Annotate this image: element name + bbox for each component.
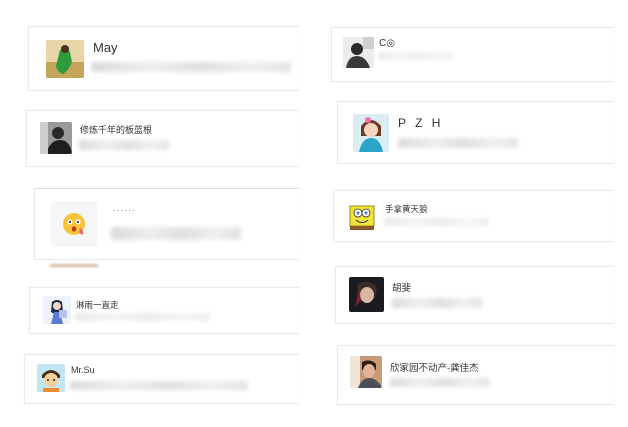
photo-dark-portrait-icon <box>349 277 384 312</box>
contact-card[interactable]: P Z H <box>337 101 614 164</box>
cartoon-boy-icon <box>37 364 65 392</box>
blurred-message <box>111 227 241 240</box>
contact-card[interactable]: May <box>28 26 299 91</box>
contact-card[interactable]: ...... <box>34 188 299 260</box>
contact-name: 欣家园不动产-龚佳杰 <box>390 363 479 374</box>
photo-may-green-icon <box>46 40 84 78</box>
contact-name: 淋雨一直走 <box>76 300 119 310</box>
contact-card[interactable]: 胡斐 <box>335 266 614 324</box>
blurred-message <box>79 140 169 150</box>
contact-name: 手拿黄天狼 <box>385 204 428 214</box>
blurred-message <box>378 52 453 60</box>
photo-child-icon <box>353 114 389 152</box>
photo-man-icon <box>350 356 382 388</box>
contact-name: Mr.Su <box>71 365 95 375</box>
blurred-message <box>70 381 248 390</box>
blurred-message <box>75 313 210 321</box>
cartoon-sponge-icon <box>346 200 378 232</box>
contact-card[interactable]: C◎ <box>331 27 614 82</box>
emoji-face-icon <box>51 201 97 247</box>
anime-girl-icon <box>43 296 71 324</box>
contact-card[interactable]: 修炼千年的板蓝根 <box>26 110 299 167</box>
photo-bw-person-icon <box>343 37 374 68</box>
blurred-message <box>384 218 489 226</box>
contact-name: 胡斐 <box>392 283 412 294</box>
blurred-message <box>390 378 490 387</box>
contact-name: C◎ <box>379 38 395 49</box>
contact-card[interactable]: Mr.Su <box>24 354 299 404</box>
contact-name: ...... <box>113 203 136 214</box>
blurred-message <box>91 62 291 72</box>
contact-name: P Z H <box>398 116 444 130</box>
contact-card[interactable]: 手拿黄天狼 <box>333 190 614 242</box>
blurred-message <box>398 138 518 148</box>
photo-bw-person-icon <box>40 122 72 154</box>
contact-card[interactable]: 欣家园不动产-龚佳杰 <box>337 345 614 405</box>
contact-name: 修炼千年的板蓝根 <box>80 125 153 135</box>
blurred-message <box>392 298 482 308</box>
contact-name: May <box>93 40 118 55</box>
contact-card[interactable]: 淋雨一直走 <box>29 287 299 334</box>
partial-avatar-edge <box>50 264 98 267</box>
